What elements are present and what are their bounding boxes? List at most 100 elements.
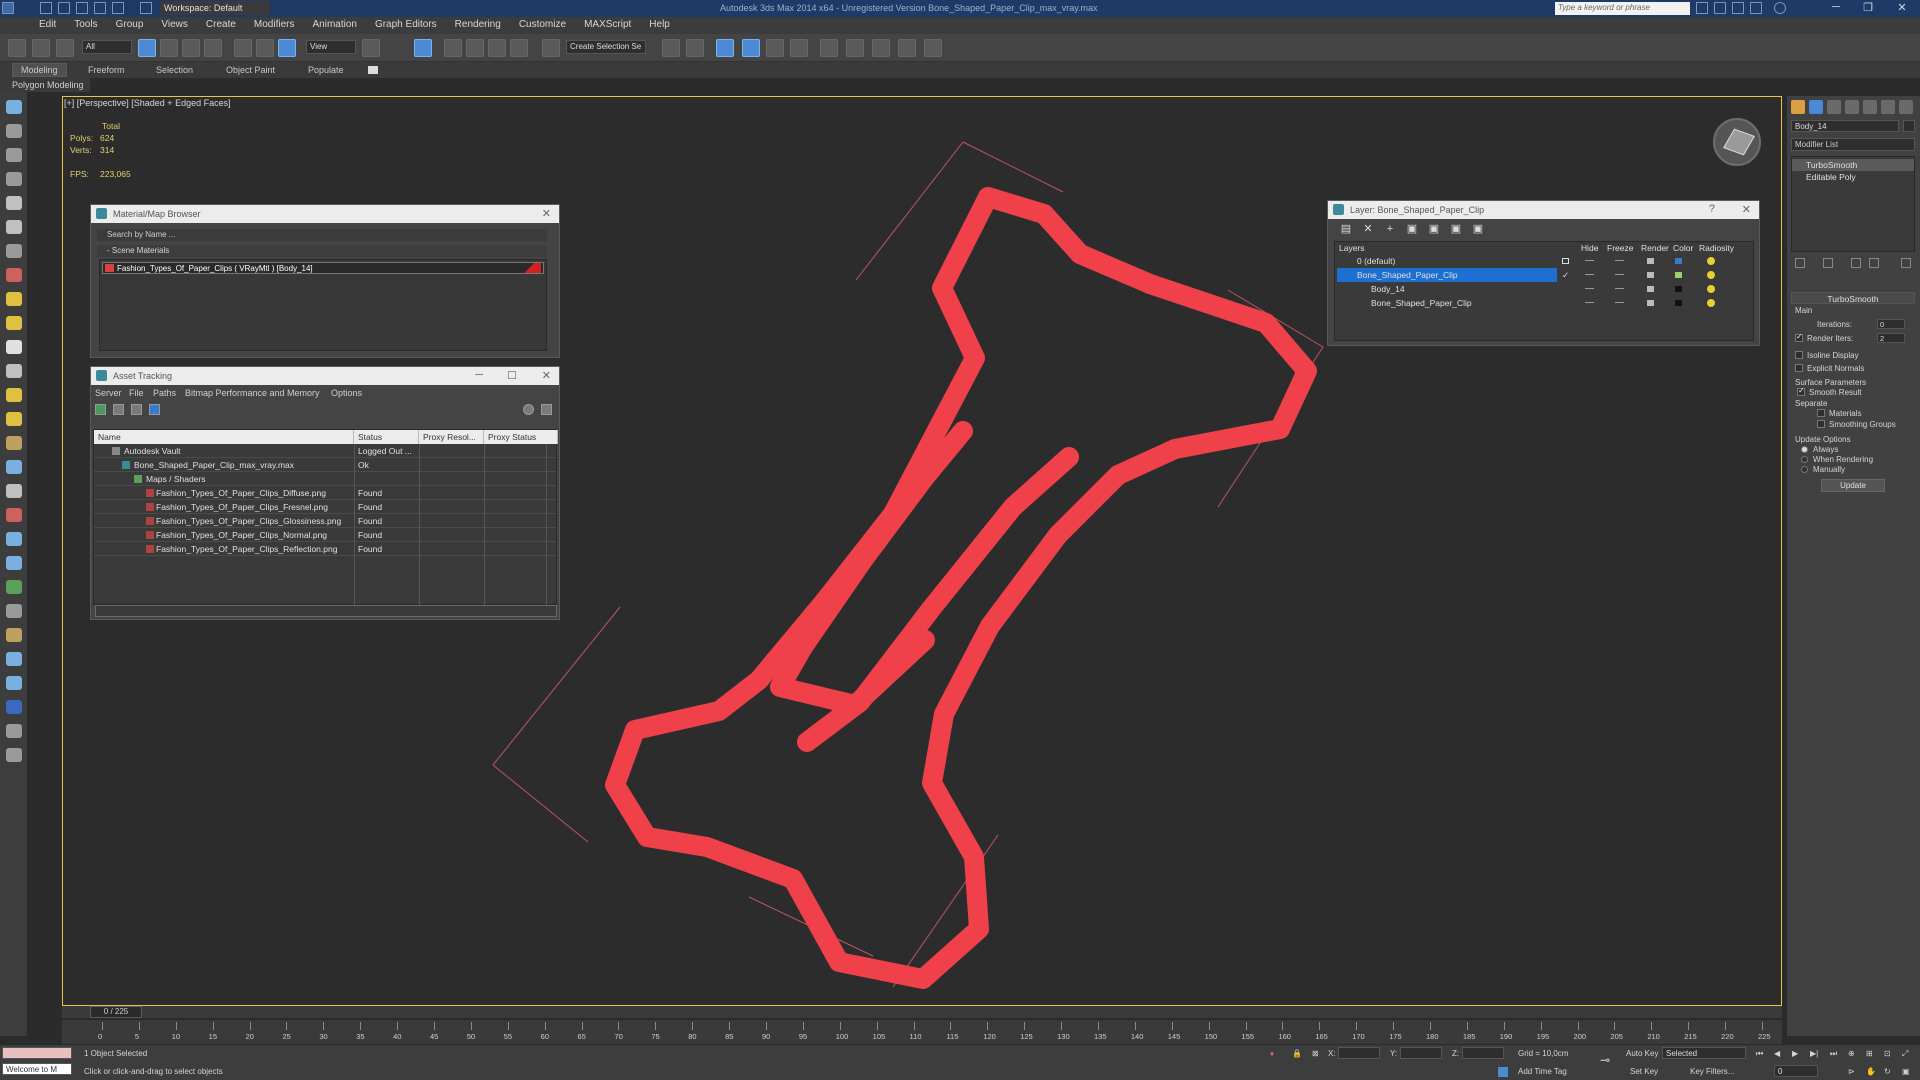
- zoom-all-icon[interactable]: ⊞: [1866, 1049, 1873, 1058]
- menu-graph-editors[interactable]: Graph Editors: [366, 17, 446, 32]
- left-tool-icon[interactable]: [6, 244, 22, 258]
- select-by-name-icon[interactable]: [160, 39, 178, 57]
- app-logo-icon[interactable]: [2, 2, 14, 14]
- left-tool-icon[interactable]: [6, 724, 22, 738]
- utilities-tab-icon[interactable]: [1881, 100, 1895, 114]
- column-proxy-resolution[interactable]: Proxy Resol...: [419, 430, 484, 444]
- curve-editor-icon[interactable]: [790, 39, 808, 57]
- spinner-snap-icon[interactable]: [510, 39, 528, 57]
- object-color-button[interactable]: [1903, 120, 1915, 132]
- render-teapot-icon[interactable]: [1647, 286, 1654, 292]
- show-end-result-icon[interactable]: [1823, 258, 1833, 268]
- rectangular-selection-icon[interactable]: [182, 39, 200, 57]
- iterations-spinner[interactable]: 0: [1877, 319, 1905, 329]
- z-coordinate-field[interactable]: [1462, 1047, 1504, 1059]
- left-tool-icon[interactable]: [6, 196, 22, 210]
- left-tool-icon[interactable]: [6, 436, 22, 450]
- table-row[interactable]: Maps / Shaders: [94, 472, 556, 486]
- smoothing-groups-checkbox[interactable]: [1817, 420, 1825, 428]
- left-tool-icon[interactable]: [6, 484, 22, 498]
- column-hide[interactable]: Hide: [1581, 243, 1598, 253]
- left-tool-icon[interactable]: [6, 700, 22, 714]
- zoom-icon[interactable]: ⊕: [1848, 1049, 1855, 1058]
- mirror-icon[interactable]: [662, 39, 680, 57]
- left-tool-icon[interactable]: [6, 292, 22, 306]
- select-object-icon[interactable]: [138, 39, 156, 57]
- smooth-result-checkbox[interactable]: [1797, 386, 1805, 396]
- left-tool-icon[interactable]: [6, 124, 22, 138]
- left-tool-icon[interactable]: [6, 460, 22, 474]
- object-name-field[interactable]: Body_14: [1791, 120, 1899, 132]
- tree-view-icon[interactable]: [149, 404, 160, 415]
- track-bar[interactable]: 0 5 10 15 20 25 30 35 40 45 50 55 60 65 70 75 80 85 90 95 10…: [62, 1020, 1782, 1044]
- x-coordinate-field[interactable]: [1338, 1047, 1380, 1059]
- menu-maxscript[interactable]: MAXScript: [575, 17, 640, 32]
- add-time-tag[interactable]: Add Time Tag: [1518, 1067, 1567, 1076]
- play-icon[interactable]: ▶: [1792, 1049, 1798, 1058]
- left-tool-icon[interactable]: [6, 676, 22, 690]
- delete-layer-icon[interactable]: ✕: [1362, 224, 1374, 236]
- time-slider-thumb[interactable]: 0 / 225: [90, 1006, 142, 1018]
- set-key-icon[interactable]: ⊸: [1600, 1053, 1610, 1067]
- left-tool-icon[interactable]: [6, 748, 22, 762]
- render-teapot-icon[interactable]: [924, 39, 942, 57]
- tab-modeling[interactable]: Modeling: [12, 63, 67, 77]
- new-file-icon[interactable]: [40, 2, 52, 14]
- left-tool-icon[interactable]: [6, 604, 22, 618]
- ribbon-toggle-icon[interactable]: [368, 66, 378, 74]
- redo-icon[interactable]: [112, 2, 124, 14]
- isoline-checkbox[interactable]: [1795, 351, 1803, 359]
- left-tool-icon[interactable]: [6, 388, 22, 402]
- search-icon[interactable]: [1696, 2, 1708, 14]
- render-teapot-icon[interactable]: [1647, 300, 1654, 306]
- refresh-icon[interactable]: [95, 404, 106, 415]
- tab-selection[interactable]: Selection: [156, 65, 193, 75]
- help-icon[interactable]: [1774, 2, 1786, 14]
- table-row[interactable]: Fashion_Types_Of_Paper_Clips_Fresnel.png…: [94, 500, 556, 514]
- select-link-icon[interactable]: [8, 39, 26, 57]
- left-tool-icon[interactable]: [6, 652, 22, 666]
- left-tool-icon[interactable]: [6, 508, 22, 522]
- polygon-modeling-label[interactable]: Polygon Modeling: [12, 80, 84, 90]
- next-frame-icon[interactable]: ▶|: [1810, 1049, 1818, 1058]
- asset-menu-server[interactable]: Server: [95, 388, 122, 398]
- time-slider[interactable]: 0 / 225: [62, 1006, 1782, 1018]
- current-layer-box[interactable]: [1562, 258, 1569, 264]
- save-file-icon[interactable]: [76, 2, 88, 14]
- menu-create[interactable]: Create: [197, 17, 245, 32]
- menu-views[interactable]: Views: [152, 17, 197, 32]
- menu-customize[interactable]: Customize: [510, 17, 575, 32]
- table-view-icon[interactable]: [131, 404, 142, 415]
- list-view-icon[interactable]: [113, 404, 124, 415]
- create-tab-icon[interactable]: [1791, 100, 1805, 114]
- asset-menu-options[interactable]: Options: [331, 388, 362, 398]
- settings-icon[interactable]: [541, 404, 552, 415]
- left-tool-icon[interactable]: [6, 340, 22, 354]
- viewcube-icon[interactable]: [1713, 118, 1761, 166]
- radiosity-icon[interactable]: [1707, 299, 1715, 307]
- angle-snap-icon[interactable]: [466, 39, 484, 57]
- pan-icon[interactable]: ✋: [1866, 1067, 1876, 1076]
- left-tool-icon[interactable]: [6, 148, 22, 162]
- layer-manager-icon[interactable]: [742, 39, 760, 57]
- radiosity-icon[interactable]: [1707, 271, 1715, 279]
- column-layers[interactable]: Layers: [1339, 243, 1365, 253]
- stack-item-turbosmooth[interactable]: TurboSmooth: [1792, 159, 1914, 171]
- modify-tab-icon[interactable]: [1809, 100, 1823, 114]
- absolute-mode-icon[interactable]: ⊠: [1312, 1049, 1319, 1058]
- column-radiosity[interactable]: Radiosity: [1699, 243, 1734, 253]
- extra-tab-icon[interactable]: [1899, 100, 1913, 114]
- left-tool-icon[interactable]: [6, 100, 22, 114]
- rendered-frame-window-icon[interactable]: [872, 39, 890, 57]
- key-selection-dropdown[interactable]: Selected: [1662, 1047, 1746, 1059]
- column-render[interactable]: Render: [1641, 243, 1669, 253]
- column-status[interactable]: Status: [354, 430, 419, 444]
- tab-freeform[interactable]: Freeform: [88, 65, 125, 75]
- open-file-icon[interactable]: [58, 2, 70, 14]
- undo-icon[interactable]: [94, 2, 106, 14]
- table-row[interactable]: Fashion_Types_Of_Paper_Clips_Glossiness.…: [94, 514, 556, 528]
- column-proxy-status[interactable]: Proxy Status: [484, 430, 558, 444]
- close-icon[interactable]: ✕: [1892, 1, 1912, 15]
- minimize-icon[interactable]: ─: [475, 369, 483, 381]
- scale-icon[interactable]: [278, 39, 296, 57]
